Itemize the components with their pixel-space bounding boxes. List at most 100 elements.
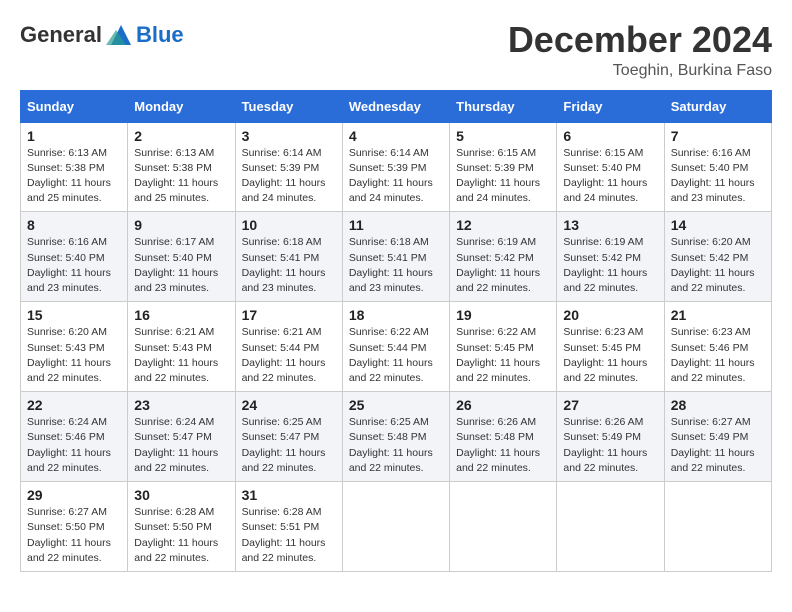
calendar-cell — [664, 482, 771, 572]
page-header: General Blue December 2024 Toeghin, Burk… — [20, 20, 772, 80]
day-info: Sunrise: 6:18 AM Sunset: 5:41 PM Dayligh… — [349, 235, 443, 296]
day-info: Sunrise: 6:13 AM Sunset: 5:38 PM Dayligh… — [134, 146, 228, 207]
calendar-cell: 15 Sunrise: 6:20 AM Sunset: 5:43 PM Dayli… — [21, 302, 128, 392]
week-row-2: 8Sunrise: 6:16 AM Sunset: 5:40 PM Daylig… — [21, 212, 772, 302]
day-number: 19 — [456, 307, 550, 323]
calendar-cell: 2 Sunrise: 6:13 AM Sunset: 5:38 PM Daylig… — [128, 122, 235, 212]
calendar-cell: 24Sunrise: 6:25 AM Sunset: 5:47 PM Dayli… — [235, 392, 342, 482]
calendar-cell: 3 Sunrise: 6:14 AM Sunset: 5:39 PM Daylig… — [235, 122, 342, 212]
day-info: Sunrise: 6:22 AM Sunset: 5:45 PM Dayligh… — [456, 325, 550, 386]
calendar-cell: 7Sunrise: 6:16 AM Sunset: 5:40 PM Daylig… — [664, 122, 771, 212]
day-info: Sunrise: 6:15 AM Sunset: 5:39 PM Dayligh… — [456, 146, 550, 207]
day-info: Sunrise: 6:15 AM Sunset: 5:40 PM Dayligh… — [563, 146, 657, 207]
day-info: Sunrise: 6:17 AM Sunset: 5:40 PM Dayligh… — [134, 235, 228, 296]
day-number: 29 — [27, 487, 121, 503]
day-info: Sunrise: 6:23 AM Sunset: 5:45 PM Dayligh… — [563, 325, 657, 386]
location-title: Toeghin, Burkina Faso — [508, 62, 772, 80]
day-number: 28 — [671, 397, 765, 413]
day-number: 21 — [671, 307, 765, 323]
column-header-friday: Friday — [557, 90, 664, 122]
day-number: 15 — [27, 307, 121, 323]
calendar-cell: 12Sunrise: 6:19 AM Sunset: 5:42 PM Dayli… — [450, 212, 557, 302]
column-header-thursday: Thursday — [450, 90, 557, 122]
day-number: 31 — [242, 487, 336, 503]
column-headers-row: SundayMondayTuesdayWednesdayThursdayFrid… — [21, 90, 772, 122]
calendar-cell: 16 Sunrise: 6:21 AM Sunset: 5:43 PM Dayli… — [128, 302, 235, 392]
calendar-cell: 29 Sunrise: 6:27 AM Sunset: 5:50 PM Dayli… — [21, 482, 128, 572]
calendar-cell: 28Sunrise: 6:27 AM Sunset: 5:49 PM Dayli… — [664, 392, 771, 482]
day-number: 12 — [456, 217, 550, 233]
calendar-cell: 11 Sunrise: 6:18 AM Sunset: 5:41 PM Dayli… — [342, 212, 449, 302]
calendar-cell — [342, 482, 449, 572]
day-number: 11 — [349, 217, 443, 233]
day-info: Sunrise: 6:25 AM Sunset: 5:47 PM Dayligh… — [242, 415, 336, 476]
calendar-cell: 26 Sunrise: 6:26 AM Sunset: 5:48 PM Dayli… — [450, 392, 557, 482]
calendar-cell: 10 Sunrise: 6:18 AM Sunset: 5:41 PM Dayli… — [235, 212, 342, 302]
day-number: 13 — [563, 217, 657, 233]
column-header-saturday: Saturday — [664, 90, 771, 122]
day-info: Sunrise: 6:21 AM Sunset: 5:43 PM Dayligh… — [134, 325, 228, 386]
day-number: 18 — [349, 307, 443, 323]
day-number: 23 — [134, 397, 228, 413]
title-block: December 2024 Toeghin, Burkina Faso — [508, 20, 772, 80]
day-number: 5 — [456, 128, 550, 144]
day-number: 2 — [134, 128, 228, 144]
day-number: 4 — [349, 128, 443, 144]
day-info: Sunrise: 6:26 AM Sunset: 5:48 PM Dayligh… — [456, 415, 550, 476]
day-info: Sunrise: 6:26 AM Sunset: 5:49 PM Dayligh… — [563, 415, 657, 476]
day-info: Sunrise: 6:21 AM Sunset: 5:44 PM Dayligh… — [242, 325, 336, 386]
day-number: 17 — [242, 307, 336, 323]
column-header-monday: Monday — [128, 90, 235, 122]
logo-blue: Blue — [136, 22, 184, 48]
calendar-body: 1Sunrise: 6:13 AM Sunset: 5:38 PM Daylig… — [21, 122, 772, 571]
day-number: 26 — [456, 397, 550, 413]
day-info: Sunrise: 6:28 AM Sunset: 5:50 PM Dayligh… — [134, 505, 228, 566]
calendar-cell: 8Sunrise: 6:16 AM Sunset: 5:40 PM Daylig… — [21, 212, 128, 302]
calendar-table: SundayMondayTuesdayWednesdayThursdayFrid… — [20, 90, 772, 572]
calendar-cell: 30 Sunrise: 6:28 AM Sunset: 5:50 PM Dayli… — [128, 482, 235, 572]
column-header-wednesday: Wednesday — [342, 90, 449, 122]
calendar-cell: 5 Sunrise: 6:15 AM Sunset: 5:39 PM Daylig… — [450, 122, 557, 212]
day-number: 22 — [27, 397, 121, 413]
day-number: 30 — [134, 487, 228, 503]
calendar-cell: 6 Sunrise: 6:15 AM Sunset: 5:40 PM Daylig… — [557, 122, 664, 212]
day-info: Sunrise: 6:19 AM Sunset: 5:42 PM Dayligh… — [563, 235, 657, 296]
day-number: 10 — [242, 217, 336, 233]
logo-general: General — [20, 22, 102, 48]
calendar-cell — [557, 482, 664, 572]
day-number: 20 — [563, 307, 657, 323]
day-info: Sunrise: 6:27 AM Sunset: 5:50 PM Dayligh… — [27, 505, 121, 566]
calendar-cell: 22 Sunrise: 6:24 AM Sunset: 5:46 PM Dayli… — [21, 392, 128, 482]
day-number: 16 — [134, 307, 228, 323]
calendar-cell: 20 Sunrise: 6:23 AM Sunset: 5:45 PM Dayli… — [557, 302, 664, 392]
day-info: Sunrise: 6:24 AM Sunset: 5:47 PM Dayligh… — [134, 415, 228, 476]
column-header-sunday: Sunday — [21, 90, 128, 122]
day-info: Sunrise: 6:16 AM Sunset: 5:40 PM Dayligh… — [27, 235, 121, 296]
day-info: Sunrise: 6:23 AM Sunset: 5:46 PM Dayligh… — [671, 325, 765, 386]
calendar-cell: 4Sunrise: 6:14 AM Sunset: 5:39 PM Daylig… — [342, 122, 449, 212]
calendar-cell: 18Sunrise: 6:22 AM Sunset: 5:44 PM Dayli… — [342, 302, 449, 392]
calendar-cell: 23 Sunrise: 6:24 AM Sunset: 5:47 PM Dayli… — [128, 392, 235, 482]
calendar-cell: 31Sunrise: 6:28 AM Sunset: 5:51 PM Dayli… — [235, 482, 342, 572]
calendar-cell: 21 Sunrise: 6:23 AM Sunset: 5:46 PM Dayli… — [664, 302, 771, 392]
day-number: 7 — [671, 128, 765, 144]
day-info: Sunrise: 6:20 AM Sunset: 5:42 PM Dayligh… — [671, 235, 765, 296]
day-info: Sunrise: 6:18 AM Sunset: 5:41 PM Dayligh… — [242, 235, 336, 296]
logo-icon — [106, 20, 136, 50]
column-header-tuesday: Tuesday — [235, 90, 342, 122]
week-row-5: 29 Sunrise: 6:27 AM Sunset: 5:50 PM Dayli… — [21, 482, 772, 572]
day-number: 14 — [671, 217, 765, 233]
calendar-cell: 1Sunrise: 6:13 AM Sunset: 5:38 PM Daylig… — [21, 122, 128, 212]
calendar-cell — [450, 482, 557, 572]
day-number: 25 — [349, 397, 443, 413]
day-number: 6 — [563, 128, 657, 144]
week-row-1: 1Sunrise: 6:13 AM Sunset: 5:38 PM Daylig… — [21, 122, 772, 212]
day-number: 3 — [242, 128, 336, 144]
day-info: Sunrise: 6:20 AM Sunset: 5:43 PM Dayligh… — [27, 325, 121, 386]
day-info: Sunrise: 6:24 AM Sunset: 5:46 PM Dayligh… — [27, 415, 121, 476]
calendar-cell: 17 Sunrise: 6:21 AM Sunset: 5:44 PM Dayli… — [235, 302, 342, 392]
day-info: Sunrise: 6:14 AM Sunset: 5:39 PM Dayligh… — [242, 146, 336, 207]
day-info: Sunrise: 6:13 AM Sunset: 5:38 PM Dayligh… — [27, 146, 121, 207]
calendar-cell: 19 Sunrise: 6:22 AM Sunset: 5:45 PM Dayli… — [450, 302, 557, 392]
week-row-3: 15 Sunrise: 6:20 AM Sunset: 5:43 PM Dayli… — [21, 302, 772, 392]
